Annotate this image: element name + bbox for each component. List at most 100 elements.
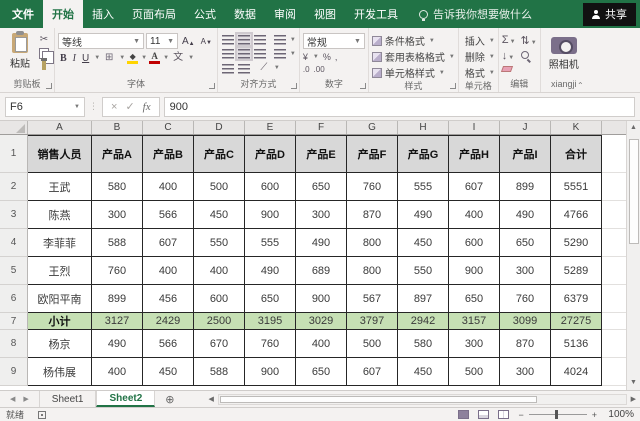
cell-J2[interactable]: 899 xyxy=(500,173,551,201)
column-header-K[interactable]: K xyxy=(551,121,602,134)
cell-D2[interactable]: 500 xyxy=(194,173,245,201)
fill-button[interactable]: ↓▼ xyxy=(502,50,516,62)
cell-D1[interactable]: 产品C xyxy=(194,135,245,173)
cell-B1[interactable]: 产品A xyxy=(92,135,143,173)
number-dialog-launcher[interactable] xyxy=(360,83,366,89)
cell-A3[interactable]: 陈燕 xyxy=(28,201,92,229)
scroll-down-icon[interactable]: ▼ xyxy=(630,376,637,390)
chevron-down-icon[interactable]: ▼ xyxy=(119,55,125,61)
cancel-icon[interactable]: × xyxy=(111,101,117,113)
menu-tab-公式[interactable]: 公式 xyxy=(185,0,225,28)
cell-I6[interactable]: 650 xyxy=(449,285,500,313)
cell-H3[interactable]: 490 xyxy=(398,201,449,229)
cell-I5[interactable]: 900 xyxy=(449,257,500,285)
tell-me[interactable]: 告诉我你想要做什么 xyxy=(419,6,532,22)
increase-indent-icon[interactable] xyxy=(237,63,251,74)
cell-C2[interactable]: 400 xyxy=(143,173,194,201)
menu-tab-数据[interactable]: 数据 xyxy=(225,0,265,28)
cell-K9[interactable]: 4024 xyxy=(551,358,602,386)
cell-C9[interactable]: 450 xyxy=(143,358,194,386)
cell-D3[interactable]: 450 xyxy=(194,201,245,229)
zoom-out-icon[interactable]: − xyxy=(518,410,523,420)
alignment-dialog-launcher[interactable] xyxy=(291,83,297,89)
borders-icon[interactable]: ⊞ xyxy=(102,52,116,64)
cell-H9[interactable]: 450 xyxy=(398,358,449,386)
cell-G6[interactable]: 567 xyxy=(347,285,398,313)
increase-decimal-icon[interactable]: .0 xyxy=(303,65,310,74)
zoom-in-icon[interactable]: + xyxy=(592,410,597,420)
decrease-indent-icon[interactable] xyxy=(221,63,235,74)
normal-view-icon[interactable] xyxy=(458,410,469,419)
cell-J3[interactable]: 490 xyxy=(500,201,551,229)
scroll-up-icon[interactable]: ▲ xyxy=(630,121,637,135)
column-header-E[interactable]: E xyxy=(245,121,296,134)
column-header-D[interactable]: D xyxy=(194,121,245,134)
format-painter-icon[interactable] xyxy=(42,61,46,70)
cell-E8[interactable]: 760 xyxy=(245,330,296,358)
orientation-icon[interactable]: ⟋ xyxy=(257,62,271,74)
cell-K8[interactable]: 5136 xyxy=(551,330,602,358)
cell-G9[interactable]: 607 xyxy=(347,358,398,386)
cell-B3[interactable]: 300 xyxy=(92,201,143,229)
merge-center-icon[interactable] xyxy=(273,34,287,45)
insert-cells-button[interactable]: 插入 ▼ xyxy=(462,33,495,48)
shrink-font-button[interactable]: A▼ xyxy=(199,37,214,46)
empty-cells[interactable] xyxy=(602,173,626,201)
cell-K6[interactable]: 6379 xyxy=(551,285,602,313)
chevron-down-icon[interactable]: ▼ xyxy=(163,55,169,61)
number-format-combo[interactable]: 常规 ▼ xyxy=(303,33,365,49)
empty-cells[interactable] xyxy=(602,285,626,313)
name-box[interactable]: F6 ▼ xyxy=(5,97,85,117)
cell-A4[interactable]: 李菲菲 xyxy=(28,229,92,257)
cell-D7[interactable]: 2500 xyxy=(194,313,245,330)
align-left-icon[interactable] xyxy=(221,48,235,59)
menu-tab-插入[interactable]: 插入 xyxy=(83,0,123,28)
cell-E6[interactable]: 650 xyxy=(245,285,296,313)
formula-input[interactable]: 900 xyxy=(164,97,635,117)
prev-sheet-icon[interactable]: ◀ xyxy=(10,395,15,403)
cell-I8[interactable]: 300 xyxy=(449,330,500,358)
cell-K2[interactable]: 5551 xyxy=(551,173,602,201)
cell-D6[interactable]: 600 xyxy=(194,285,245,313)
find-select-icon[interactable] xyxy=(521,51,529,59)
column-header-C[interactable]: C xyxy=(143,121,194,134)
cell-K3[interactable]: 4766 xyxy=(551,201,602,229)
add-sheet-button[interactable]: ⊕ xyxy=(155,391,184,407)
cell-styles-button[interactable]: 单元格样式 ▼ xyxy=(372,65,455,80)
row-header-4[interactable]: 4 xyxy=(0,229,28,257)
cell-J9[interactable]: 300 xyxy=(500,358,551,386)
menu-tab-开始[interactable]: 开始 xyxy=(43,0,83,28)
empty-cells[interactable] xyxy=(602,229,626,257)
chevron-down-icon[interactable]: ▼ xyxy=(290,37,296,43)
cell-H7[interactable]: 2942 xyxy=(398,313,449,330)
cell-E5[interactable]: 490 xyxy=(245,257,296,285)
column-header-J[interactable]: J xyxy=(500,121,551,134)
column-header-H[interactable]: H xyxy=(398,121,449,134)
cell-A6[interactable]: 欧阳平南 xyxy=(28,285,92,313)
cell-D4[interactable]: 550 xyxy=(194,229,245,257)
underline-button[interactable]: U xyxy=(80,53,91,64)
cell-H5[interactable]: 550 xyxy=(398,257,449,285)
horizontal-scrollbar[interactable]: ◀ ▶ xyxy=(205,391,640,407)
cell-K1[interactable]: 合计 xyxy=(551,135,602,173)
cell-C4[interactable]: 607 xyxy=(143,229,194,257)
cell-I1[interactable]: 产品H xyxy=(449,135,500,173)
align-top-icon[interactable] xyxy=(221,34,235,45)
cell-C1[interactable]: 产品B xyxy=(143,135,194,173)
cell-G7[interactable]: 3797 xyxy=(347,313,398,330)
cell-B6[interactable]: 899 xyxy=(92,285,143,313)
empty-cells[interactable] xyxy=(602,135,626,173)
column-header-F[interactable]: F xyxy=(296,121,347,134)
row-header-3[interactable]: 3 xyxy=(0,201,28,229)
styles-dialog-launcher[interactable] xyxy=(450,83,456,89)
cut-icon[interactable]: ✂ xyxy=(37,34,51,46)
vertical-scroll-thumb[interactable] xyxy=(629,139,639,244)
cell-F6[interactable]: 900 xyxy=(296,285,347,313)
format-as-table-button[interactable]: 套用表格格式 ▼ xyxy=(372,49,455,64)
menu-tab-页面布局[interactable]: 页面布局 xyxy=(123,0,185,28)
cell-F9[interactable]: 650 xyxy=(296,358,347,386)
empty-cells[interactable] xyxy=(602,358,626,386)
macro-record-icon[interactable] xyxy=(38,411,46,419)
empty-cells[interactable] xyxy=(602,257,626,285)
page-break-view-icon[interactable] xyxy=(498,410,509,419)
